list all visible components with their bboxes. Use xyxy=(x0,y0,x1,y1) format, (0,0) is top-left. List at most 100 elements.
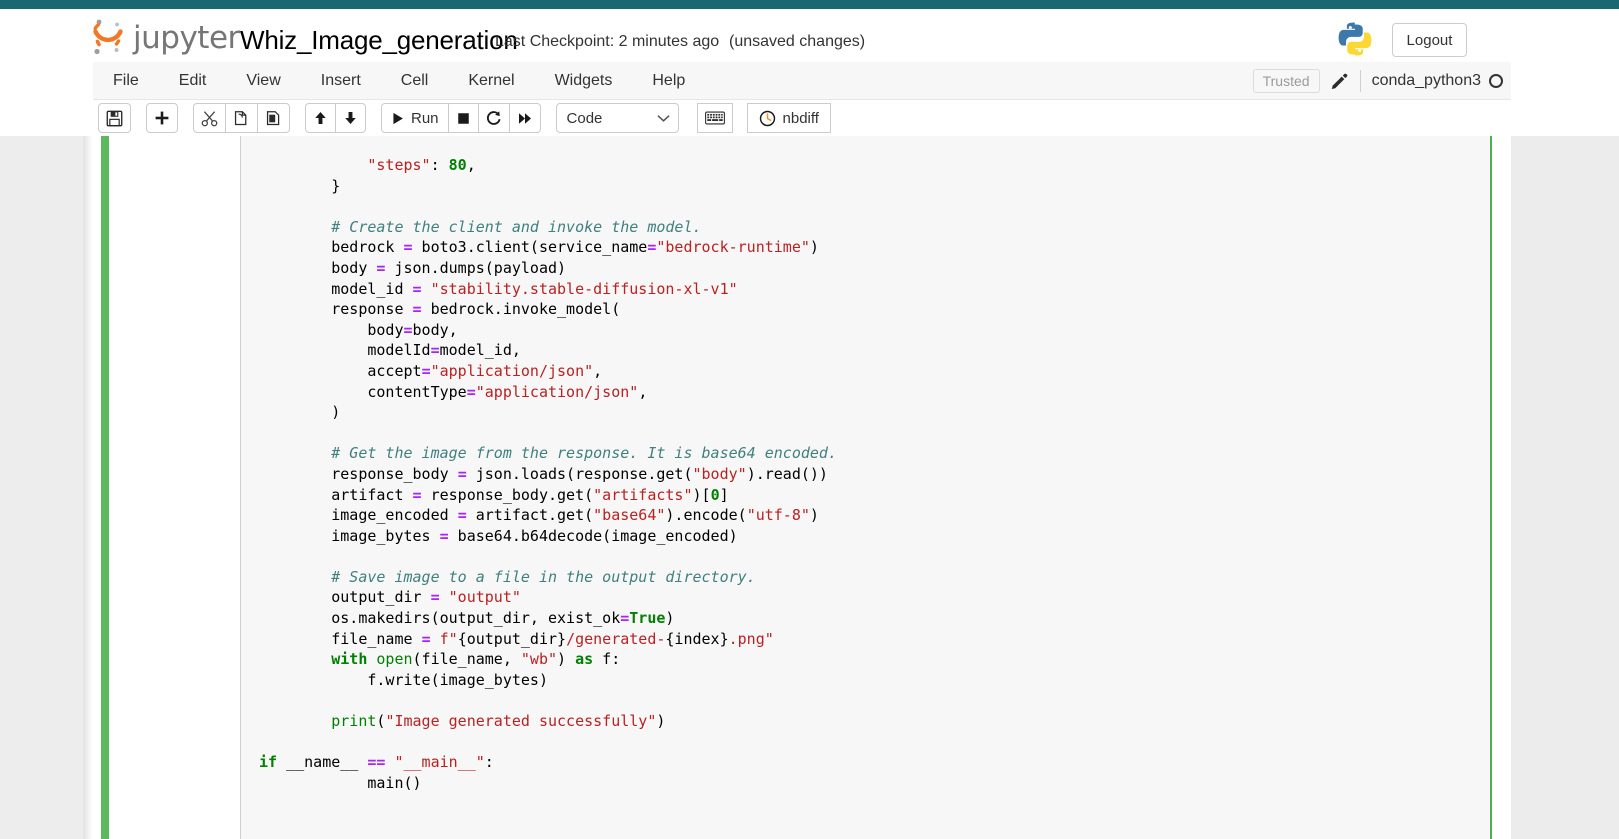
last-checkpoint-label: Last Checkpoint: 2 minutes ago xyxy=(495,33,720,50)
menu-view[interactable]: View xyxy=(226,62,300,100)
code-token: = xyxy=(457,464,467,483)
page-scrollbar-track[interactable] xyxy=(1511,136,1619,839)
code-token: = xyxy=(412,300,422,319)
run-cell-button[interactable]: Run xyxy=(381,103,449,133)
code-token: f.write(image_bytes) xyxy=(331,670,548,689)
code-token: "bedrock-runtime" xyxy=(656,238,810,257)
notebook-canvas: "steps": 80, } # Create the client and i… xyxy=(93,136,1511,839)
code-token: True xyxy=(629,609,666,628)
code-cell-editor[interactable]: "steps": 80, } # Create the client and i… xyxy=(240,136,1491,839)
code-token: 80 xyxy=(448,156,467,174)
code-cell-source[interactable]: "steps": 80, } # Create the client and i… xyxy=(259,155,837,793)
menu-widgets[interactable]: Widgets xyxy=(535,62,633,100)
code-token: contentType xyxy=(331,382,467,401)
command-palette-button[interactable] xyxy=(696,103,733,133)
copy-icon xyxy=(234,110,247,125)
code-token: artifact xyxy=(331,485,413,504)
code-token: body xyxy=(331,320,404,339)
code-token: ] xyxy=(719,485,729,504)
run-button-label: Run xyxy=(411,109,439,127)
logout-button[interactable]: Logout xyxy=(1392,23,1467,57)
code-token: print xyxy=(331,712,377,731)
code-token: image_encoded xyxy=(331,506,458,525)
code-token: boto3.client(service_name xyxy=(412,238,648,257)
jupyter-logo-link[interactable]: jupyter xyxy=(90,17,240,57)
menu-edit[interactable]: Edit xyxy=(159,62,227,100)
kernel-name-label[interactable]: conda_python3 xyxy=(1372,72,1481,90)
menu-file[interactable]: File xyxy=(93,62,159,100)
code-token: == xyxy=(367,753,386,772)
nbdiff-button[interactable]: nbdiff xyxy=(746,103,831,133)
code-token: , xyxy=(638,382,648,401)
code-token: "application/json" xyxy=(475,382,639,401)
insert-cell-below-button[interactable] xyxy=(146,103,178,133)
save-button[interactable] xyxy=(98,103,131,133)
code-token: = xyxy=(403,320,413,339)
scissors-icon xyxy=(201,110,218,126)
code-token: open xyxy=(376,650,413,669)
move-cell-down-button[interactable] xyxy=(335,103,366,133)
cell-type-value: Code xyxy=(566,109,603,127)
paste-button[interactable] xyxy=(257,103,290,133)
paste-icon xyxy=(266,110,280,125)
code-token: 0 xyxy=(710,485,720,504)
cut-button[interactable] xyxy=(193,103,226,133)
cell-type-select[interactable]: Code xyxy=(555,103,679,133)
code-token: = xyxy=(439,526,449,545)
code-token: ) xyxy=(331,403,341,422)
code-token: "output" xyxy=(448,588,521,607)
arrow-down-icon xyxy=(345,112,356,124)
code-token: "steps" xyxy=(367,156,431,174)
menu-kernel[interactable]: Kernel xyxy=(448,62,534,100)
code-token: ) xyxy=(665,609,675,628)
code-token: "wb" xyxy=(520,650,558,669)
notebook-title[interactable]: Whiz_Image_generation xyxy=(240,25,518,56)
restart-and-run-all-button[interactable] xyxy=(508,103,541,133)
code-token: : xyxy=(430,156,449,174)
code-token: bedrock xyxy=(331,238,404,257)
code-token: accept xyxy=(331,361,422,380)
restart-kernel-button[interactable] xyxy=(477,103,510,133)
code-token: "base64" xyxy=(593,506,666,525)
code-token: body xyxy=(331,258,377,277)
pencil-icon[interactable] xyxy=(1330,72,1348,90)
trusted-badge[interactable]: Trusted xyxy=(1252,69,1320,93)
kernel-idle-circle-icon xyxy=(1489,74,1503,88)
code-token: artifact.get( xyxy=(466,506,594,525)
code-token: file_name xyxy=(331,629,422,648)
copy-button[interactable] xyxy=(225,103,258,133)
toolbar-group-run: Run xyxy=(381,103,541,133)
code-token: , xyxy=(593,361,603,380)
code-token: as xyxy=(575,650,594,669)
code-token: response_body.get( xyxy=(421,485,594,504)
interrupt-kernel-button[interactable] xyxy=(447,103,479,133)
code-token: "__main__" xyxy=(394,753,485,772)
menu-bar: File Edit View Insert Cell Kernel Widget… xyxy=(93,62,1511,100)
clock-icon xyxy=(759,110,775,126)
unsaved-changes-label: (unsaved changes) xyxy=(729,33,866,50)
code-token: } xyxy=(331,176,341,195)
save-floppy-icon xyxy=(106,110,123,126)
code-token: body, xyxy=(412,320,458,339)
code-token: # Save image to a file in the output dir… xyxy=(331,567,756,586)
code-token: modelId xyxy=(331,341,431,360)
code-token: # Get the image from the response. It is… xyxy=(331,444,837,463)
code-token: : xyxy=(484,753,494,772)
code-token: = xyxy=(412,485,422,504)
menu-help[interactable]: Help xyxy=(632,62,705,100)
title-bar-strip xyxy=(0,0,1619,9)
menu-insert[interactable]: Insert xyxy=(301,62,381,100)
menu-cell[interactable]: Cell xyxy=(381,62,449,100)
menu-items-group: File Edit View Insert Cell Kernel Widget… xyxy=(93,62,705,100)
move-cell-up-button[interactable] xyxy=(305,103,336,133)
jupyter-wordmark: jupyter xyxy=(133,19,240,56)
code-token: = xyxy=(412,279,422,298)
code-token: ).encode( xyxy=(665,506,747,525)
code-token: bedrock.invoke_model( xyxy=(421,300,621,319)
code-token: {output_dir} xyxy=(457,629,567,648)
restart-circle-arrow-icon xyxy=(486,111,501,125)
code-token: = xyxy=(421,361,431,380)
code-token: )[ xyxy=(692,485,711,504)
